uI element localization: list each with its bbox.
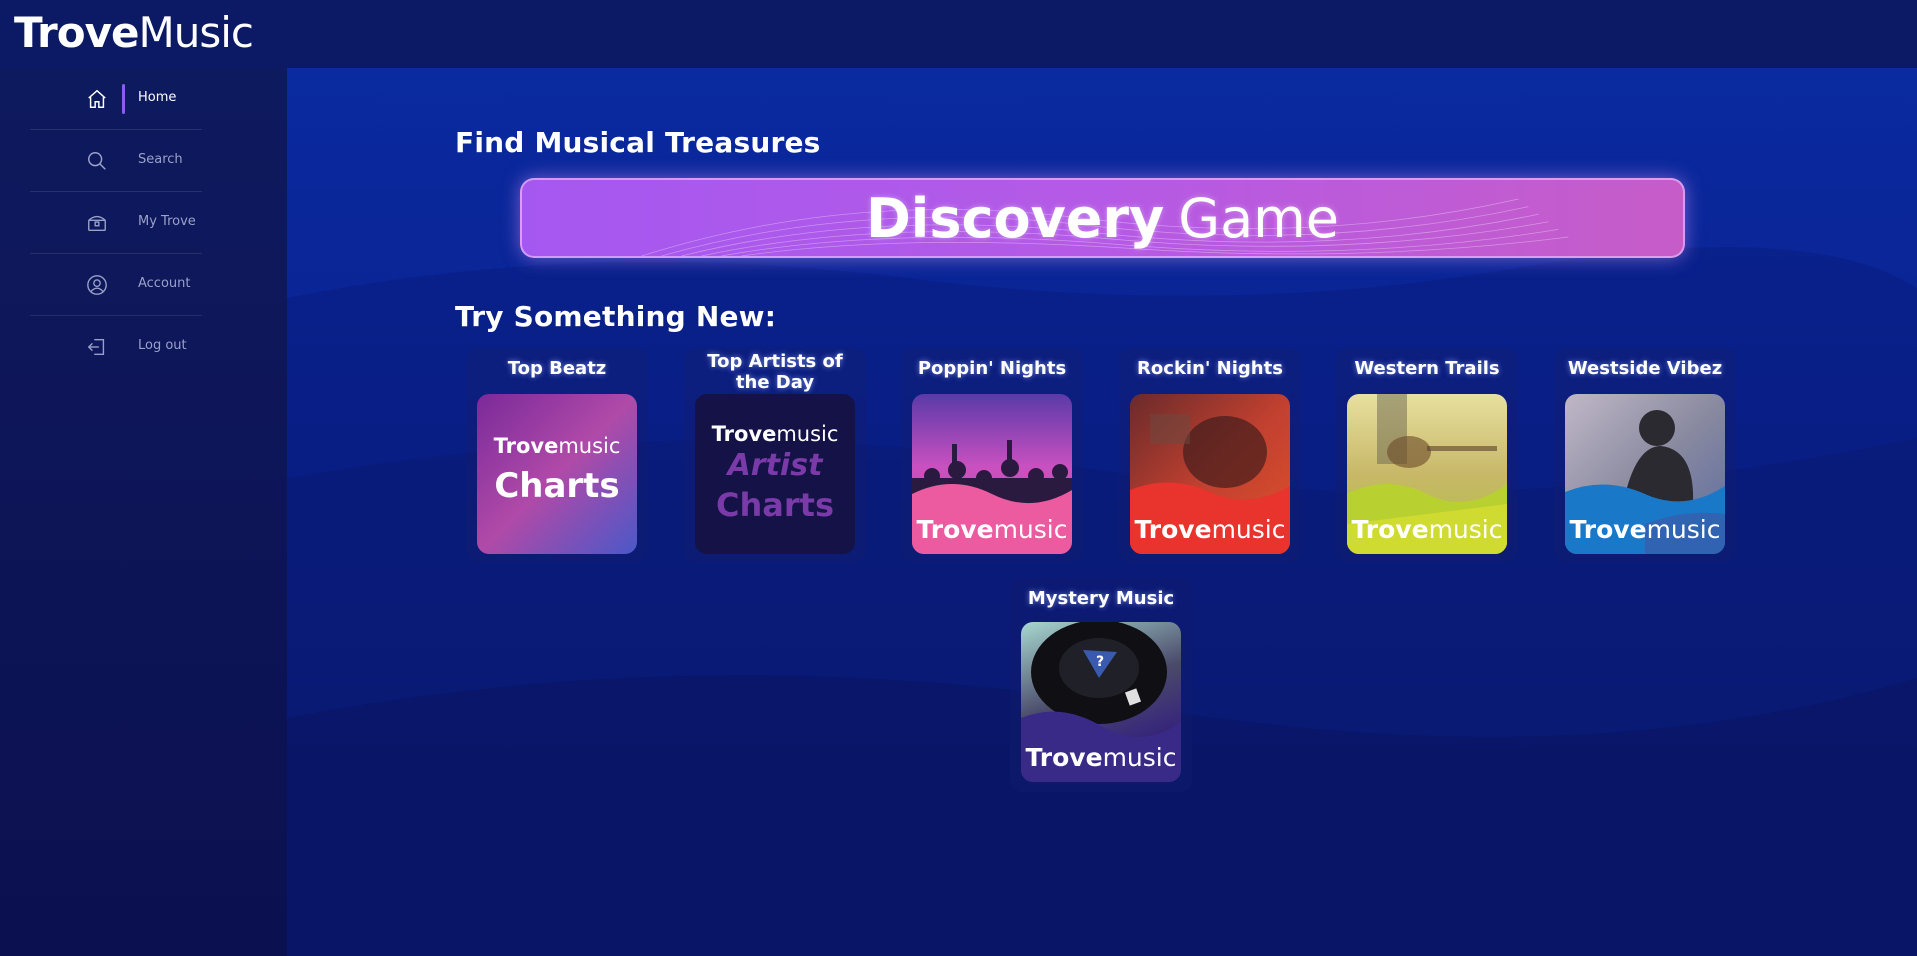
art-brand: Trovemusic — [493, 434, 621, 458]
try-something-new-heading: Try Something New: — [455, 300, 777, 333]
banner-light-text: Game — [1178, 186, 1339, 250]
card-title: Top Beatz — [507, 358, 607, 379]
art-brand: Trovemusic — [1025, 743, 1177, 772]
art-brand: Trovemusic — [1351, 515, 1503, 544]
sidebar-item-label: Home — [138, 90, 177, 105]
search-icon — [86, 150, 108, 172]
card-title: Rockin' Nights — [1137, 358, 1283, 379]
top-bar: TroveMusic — [0, 0, 1917, 68]
card-title: Westside Vibez — [1567, 358, 1723, 379]
card-title: Poppin' Nights — [917, 358, 1067, 379]
sidebar-item-my-trove[interactable]: My Trove — [30, 192, 202, 254]
card-title: Mystery Music — [1027, 588, 1175, 609]
playlist-card-top-artists[interactable]: Top Artists of the Day Trovemusic Artist… — [684, 348, 866, 562]
treasure-chest-icon — [86, 212, 108, 234]
discovery-game-banner[interactable]: Discovery Game — [520, 178, 1685, 258]
rockin-nights-artwork: Trovemusic — [1130, 394, 1290, 554]
art-brand: Trovemusic — [1569, 515, 1721, 544]
card-title: Top Artists of the Day — [707, 351, 843, 393]
sidebar-item-label: My Trove — [138, 214, 196, 229]
playlist-card-rockin-nights[interactable]: Rockin' Nights Trovemusic — [1119, 348, 1301, 562]
art-artist-text: Artist — [727, 448, 823, 483]
playlist-card-top-beatz[interactable]: Top Beatz Trovemusic Charts — [466, 348, 648, 562]
art-charts-text: Charts — [716, 486, 834, 524]
sidebar-item-label: Log out — [138, 338, 187, 353]
logo-bold-text: Trove — [14, 8, 139, 57]
sidebar-item-account[interactable]: Account — [30, 254, 202, 316]
westside-vibez-artwork: Trovemusic — [1565, 394, 1725, 554]
sidebar-item-label: Account — [138, 276, 191, 291]
playlist-card-western-trails[interactable]: Western Trails Trovemusic — [1336, 348, 1518, 562]
mystery-music-artwork: ? Trovemusic — [1021, 622, 1181, 782]
question-mark-badge: ? — [1096, 654, 1104, 670]
find-treasures-heading: Find Musical Treasures — [455, 126, 821, 159]
sidebar-item-search[interactable]: Search — [30, 130, 202, 192]
sidebar-item-label: Search — [138, 152, 183, 167]
art-brand: Trovemusic — [1134, 515, 1286, 544]
sidebar: Home Search My Trove Account Log out — [0, 68, 287, 956]
playlist-card-mystery-music[interactable]: Mystery Music ? Trovemusic — [1010, 578, 1192, 792]
poppin-nights-artwork: Trovemusic — [912, 394, 1072, 554]
art-brand: Trovemusic — [711, 422, 839, 446]
account-icon — [86, 274, 108, 296]
home-icon — [86, 88, 108, 110]
western-trails-artwork: Trovemusic — [1347, 394, 1507, 554]
logo-light-text: Music — [138, 8, 253, 57]
art-brand: Trovemusic — [916, 515, 1068, 544]
sidebar-item-logout[interactable]: Log out — [30, 316, 202, 378]
playlist-card-westside-vibez[interactable]: Westside Vibez Trovemusic — [1554, 348, 1736, 562]
playlist-card-poppin-nights[interactable]: Poppin' Nights Trovemusic — [901, 348, 1083, 562]
sidebar-item-home[interactable]: Home — [30, 68, 202, 130]
logout-icon — [86, 336, 108, 358]
artist-charts-artwork: Trovemusic Artist Charts — [695, 394, 855, 554]
app-logo[interactable]: TroveMusic — [14, 8, 254, 57]
top-beatz-artwork: Trovemusic Charts — [477, 394, 637, 554]
card-title: Western Trails — [1354, 358, 1500, 379]
art-charts-text: Charts — [494, 466, 620, 506]
active-indicator — [122, 84, 125, 114]
banner-bold-text: Discovery — [865, 186, 1165, 250]
main-content: Find Musical Treasures Discovery Game Try… — [287, 68, 1917, 956]
